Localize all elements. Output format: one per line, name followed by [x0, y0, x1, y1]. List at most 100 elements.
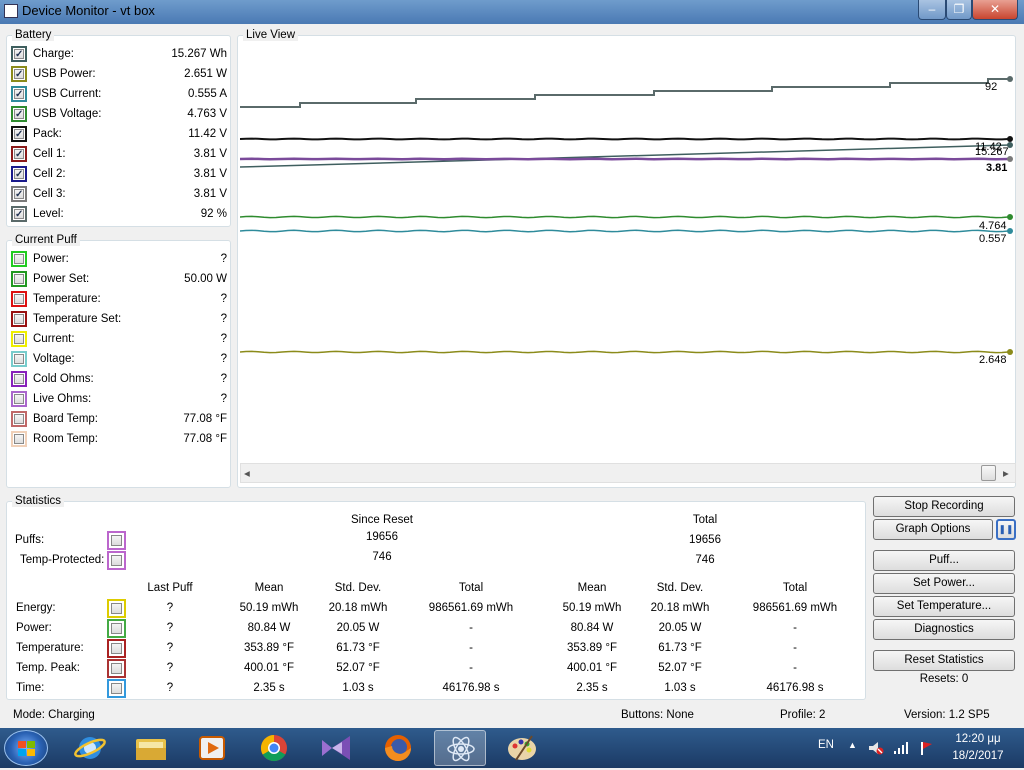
- pause-button[interactable]: ❚❚: [996, 519, 1016, 540]
- checkbox[interactable]: [14, 394, 24, 404]
- color-swatch[interactable]: ✓: [11, 126, 27, 142]
- row-value: 3.81 V: [194, 188, 227, 200]
- color-swatch[interactable]: ✓: [11, 146, 27, 162]
- checkbox[interactable]: [14, 434, 24, 444]
- puff-button[interactable]: Puff...: [873, 550, 1015, 571]
- stats-row-label: Power:: [16, 622, 52, 634]
- color-swatch[interactable]: [11, 311, 27, 327]
- color-swatch[interactable]: [11, 331, 27, 347]
- taskbar-paint[interactable]: [496, 730, 548, 766]
- live-view-value-label: 4.764: [979, 220, 1007, 232]
- stop-recording-button[interactable]: Stop Recording: [873, 496, 1015, 517]
- checkbox[interactable]: ✓: [14, 89, 24, 99]
- checkbox[interactable]: ✓: [14, 69, 24, 79]
- temp-protected-checkbox[interactable]: [111, 555, 122, 566]
- taskbar-firefox[interactable]: [372, 730, 424, 766]
- row-label: Cell 3:: [33, 188, 66, 200]
- color-swatch[interactable]: [11, 431, 27, 447]
- speaker-muted-icon[interactable]: [868, 741, 884, 755]
- taskbar-media-player[interactable]: [186, 730, 238, 766]
- stats-cell: ?: [120, 642, 220, 654]
- reset-statistics-button[interactable]: Reset Statistics: [873, 650, 1015, 671]
- taskbar-visual-studio[interactable]: [310, 730, 362, 766]
- checkbox[interactable]: ✓: [14, 109, 24, 119]
- clock-time[interactable]: 12:20 μμ: [946, 733, 1010, 745]
- stats-cell: 986561.69 mWh: [745, 602, 845, 614]
- tray-expand-arrow[interactable]: ▲: [848, 740, 857, 750]
- diagnostics-button[interactable]: Diagnostics: [873, 619, 1015, 640]
- puff-row: Power:?: [9, 250, 229, 270]
- clock-date[interactable]: 18/2/2017: [946, 750, 1010, 762]
- color-swatch[interactable]: [11, 251, 27, 267]
- color-swatch[interactable]: ✓: [11, 206, 27, 222]
- scroll-thumb[interactable]: [981, 465, 996, 481]
- usb-current-series-end: [1007, 228, 1013, 234]
- usb-voltage-series-line: [240, 216, 1008, 217]
- taskbar-internet-explorer[interactable]: [64, 730, 116, 766]
- checkbox[interactable]: [14, 334, 24, 344]
- network-signal-icon[interactable]: [893, 741, 909, 755]
- battery-row: ✓USB Voltage:4.763 V: [9, 105, 229, 125]
- color-swatch[interactable]: [11, 411, 27, 427]
- color-swatch[interactable]: [11, 291, 27, 307]
- row-label: Room Temp:: [33, 433, 98, 445]
- temp-protected-color-swatch[interactable]: [107, 551, 126, 570]
- color-swatch[interactable]: [11, 391, 27, 407]
- checkbox[interactable]: ✓: [14, 149, 24, 159]
- color-swatch[interactable]: ✓: [11, 186, 27, 202]
- checkbox[interactable]: [14, 374, 24, 384]
- color-swatch[interactable]: ✓: [11, 166, 27, 182]
- checkbox[interactable]: ✓: [14, 169, 24, 179]
- taskbar-chrome[interactable]: [248, 730, 300, 766]
- set-temperature-button[interactable]: Set Temperature...: [873, 596, 1015, 617]
- color-swatch[interactable]: [11, 371, 27, 387]
- puffs-color-swatch[interactable]: [107, 531, 126, 550]
- minimize-button[interactable]: –: [918, 0, 946, 20]
- temp-protected-label: Temp-Protected:: [20, 554, 104, 566]
- start-button[interactable]: [4, 730, 48, 766]
- checkbox[interactable]: ✓: [14, 129, 24, 139]
- stats-cell: 80.84 W: [542, 622, 642, 634]
- language-indicator[interactable]: EN: [818, 739, 834, 751]
- stats-column-header: Last Puff: [120, 582, 220, 594]
- taskbar-device-monitor[interactable]: [434, 730, 486, 766]
- pack-series-line: [240, 139, 1008, 140]
- color-swatch[interactable]: [11, 271, 27, 287]
- row-value: ?: [221, 373, 227, 385]
- live-view-scrollbar[interactable]: ◂ ▸: [240, 463, 1016, 483]
- color-swatch[interactable]: ✓: [11, 66, 27, 82]
- scroll-left-arrow[interactable]: ◂: [244, 466, 250, 480]
- checkbox[interactable]: ✓: [14, 209, 24, 219]
- checkbox[interactable]: [14, 274, 24, 284]
- checkbox[interactable]: [14, 294, 24, 304]
- visual-studio-icon: [310, 730, 362, 766]
- row-label: Pack:: [33, 128, 62, 140]
- puff-row: Live Ohms:?: [9, 390, 229, 410]
- color-swatch[interactable]: ✓: [11, 86, 27, 102]
- close-button[interactable]: ✕: [972, 0, 1018, 20]
- color-swatch[interactable]: [11, 351, 27, 367]
- flag-notification-icon[interactable]: [918, 740, 934, 756]
- color-swatch[interactable]: ✓: [11, 46, 27, 62]
- puffs-checkbox[interactable]: [111, 535, 122, 546]
- row-value: ?: [221, 293, 227, 305]
- checkbox[interactable]: [14, 254, 24, 264]
- stats-cell: 400.01 °F: [542, 662, 642, 674]
- folder-icon: [125, 730, 177, 766]
- set-power-button[interactable]: Set Power...: [873, 573, 1015, 594]
- puffs-total: 19656: [655, 534, 755, 546]
- checkbox[interactable]: [14, 354, 24, 364]
- checkbox[interactable]: ✓: [14, 189, 24, 199]
- color-swatch[interactable]: ✓: [11, 106, 27, 122]
- stats-cell: 46176.98 s: [421, 682, 521, 694]
- checkbox[interactable]: ✓: [14, 49, 24, 59]
- graph-options-button[interactable]: Graph Options: [873, 519, 993, 540]
- stats-cell: 1.03 s: [308, 682, 408, 694]
- checkbox[interactable]: [14, 314, 24, 324]
- taskbar-file-explorer[interactable]: [125, 730, 177, 766]
- checkbox[interactable]: [14, 414, 24, 424]
- row-label: Current:: [33, 333, 75, 345]
- scroll-right-arrow[interactable]: ▸: [1003, 466, 1009, 480]
- maximize-button[interactable]: ❐: [946, 0, 972, 20]
- stats-column-header: Std. Dev.: [308, 582, 408, 594]
